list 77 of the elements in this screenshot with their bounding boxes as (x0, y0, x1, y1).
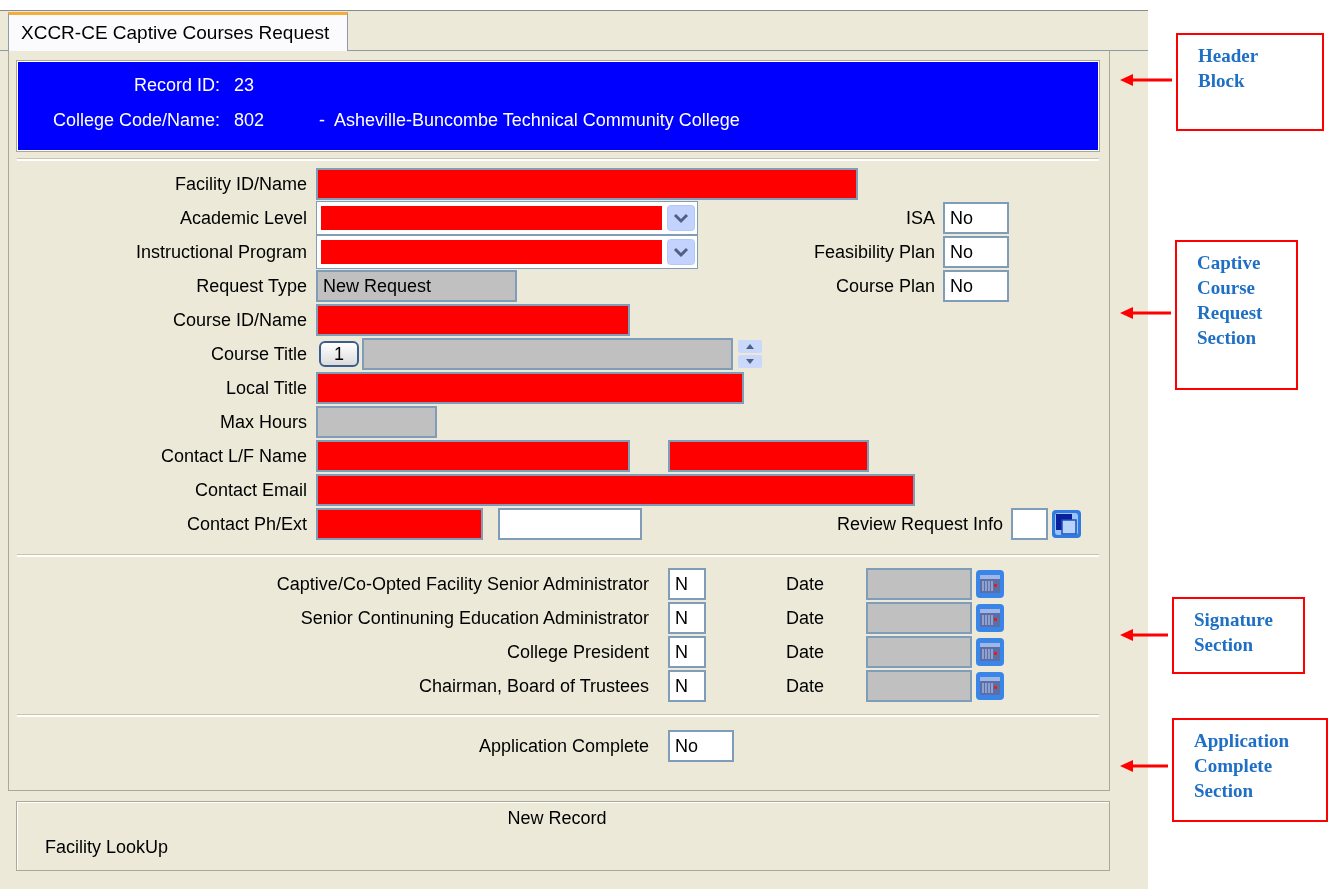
form-tab[interactable]: XCCR-CE Captive Courses Request (8, 12, 349, 51)
input-field[interactable]: N (668, 636, 706, 668)
calendar-icon[interactable] (975, 569, 1005, 599)
annotation-text: Course (1197, 276, 1257, 300)
date-label: Date (786, 573, 826, 595)
signature-label: Senior Continuning Education Administrator (299, 607, 649, 629)
arrow (1120, 627, 1168, 643)
input-field[interactable] (668, 440, 869, 472)
annotation-text: Application (1194, 729, 1291, 753)
annotation-text: Header (1198, 44, 1260, 68)
record-id-value: 23 (234, 75, 255, 96)
annotation-text: Section (1197, 326, 1258, 350)
dropdown[interactable] (316, 201, 698, 235)
index-button[interactable]: 1 (319, 341, 359, 367)
input-field[interactable] (498, 508, 642, 540)
input-field[interactable] (316, 440, 630, 472)
separator: - (319, 110, 326, 131)
field-label: Instructional Program (134, 241, 307, 263)
arrow (1120, 72, 1172, 88)
windows-icon[interactable] (1051, 509, 1082, 539)
annotation-text: Section (1194, 633, 1255, 657)
chevron-down-icon (667, 205, 695, 231)
field-label: Feasibility Plan (813, 241, 935, 263)
signature-label: Captive/Co-Opted Facility Senior Administrator (275, 573, 649, 595)
field-label: Course ID/Name (171, 309, 307, 331)
calendar-icon[interactable] (975, 603, 1005, 633)
chevron-down-icon (667, 239, 695, 265)
input-field[interactable] (316, 474, 915, 506)
input-field[interactable]: No (943, 236, 1009, 268)
input-field[interactable]: N (668, 568, 706, 600)
date-label: Date (786, 675, 826, 697)
field-label: Contact L/F Name (159, 445, 307, 467)
field-label: Contact Ph/Ext (185, 513, 307, 535)
record-id-label: Record ID: (132, 75, 221, 96)
field-label: Application Complete (477, 735, 649, 757)
date-label: Date (786, 607, 826, 629)
annotation-text: Section (1194, 779, 1255, 803)
college-label: College Code/Name: (51, 110, 221, 131)
date-label: Date (786, 641, 826, 663)
input-field[interactable] (1011, 508, 1048, 540)
input-field[interactable]: N (668, 670, 706, 702)
input-field[interactable] (316, 372, 744, 404)
college-code: 802 (234, 110, 266, 131)
calendar-icon[interactable] (975, 671, 1005, 701)
input-field[interactable] (316, 304, 630, 336)
field-label: Academic Level (178, 207, 307, 229)
field-label: Review Request Info (836, 513, 1003, 535)
annotation-text: Signature (1194, 608, 1274, 632)
field-label: Course Plan (835, 275, 935, 297)
field-label: Max Hours (218, 411, 307, 433)
field-label: Contact Email (193, 479, 307, 501)
field-label: Local Title (224, 377, 307, 399)
annotation-text: Request (1197, 301, 1264, 325)
readonly-field: New Request (316, 270, 517, 302)
field-label: Course Title (209, 343, 307, 365)
signature-label: College President (505, 641, 649, 663)
spinner-icon[interactable] (737, 339, 763, 369)
input-field[interactable]: N (668, 602, 706, 634)
arrow (1120, 305, 1171, 321)
college-name: Asheville-Buncombe Technical Community College (334, 110, 740, 131)
field-label: ISA (906, 207, 935, 229)
arrow (1120, 758, 1168, 774)
annotation-text: Block (1198, 69, 1246, 93)
annotation-text: Complete (1194, 754, 1274, 778)
status-message: New Record (507, 808, 607, 829)
status-hint: Facility LookUp (45, 837, 170, 858)
annotation-text: Captive (1197, 251, 1262, 275)
input-field[interactable]: No (668, 730, 734, 762)
dropdown[interactable] (316, 235, 698, 269)
field-label: Request Type (195, 275, 307, 297)
signature-label: Chairman, Board of Trustees (417, 675, 649, 697)
input-field[interactable] (316, 168, 858, 200)
input-field[interactable]: No (943, 270, 1009, 302)
field-label: Facility ID/Name (173, 173, 307, 195)
input-field[interactable] (316, 508, 483, 540)
calendar-icon[interactable] (975, 637, 1005, 667)
input-field[interactable]: No (943, 202, 1009, 234)
